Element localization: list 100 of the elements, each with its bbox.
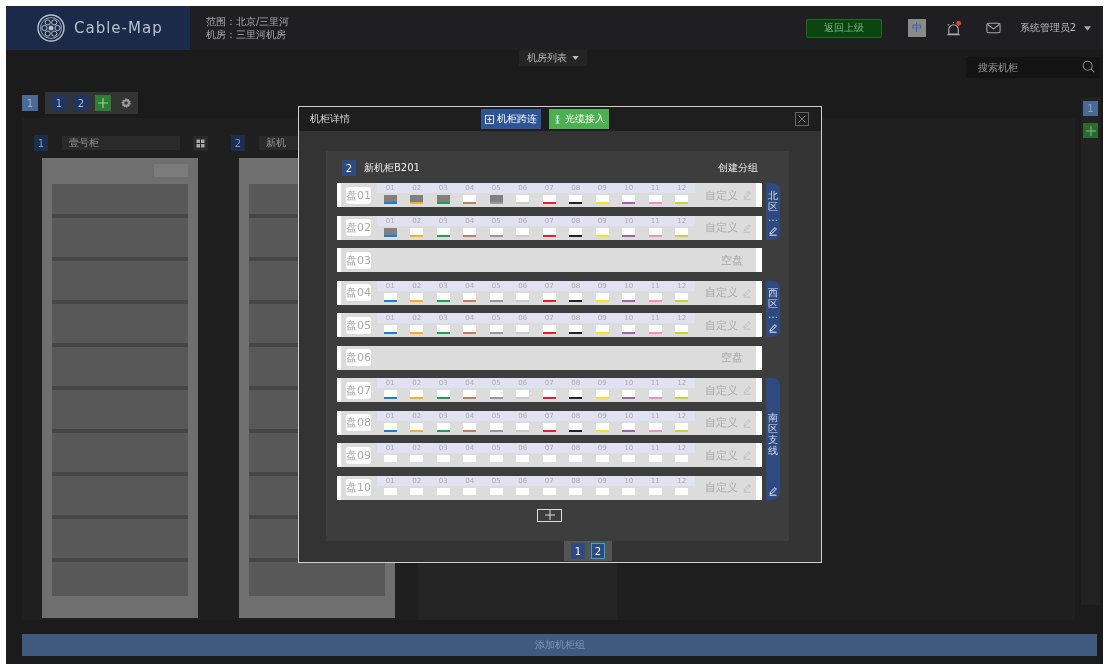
action-button[interactable]: 光缆接入 bbox=[549, 109, 609, 129]
port-slot[interactable] bbox=[569, 487, 583, 495]
port-slot[interactable] bbox=[569, 195, 583, 202]
port-slot[interactable] bbox=[410, 390, 424, 397]
caret-icon[interactable] bbox=[572, 56, 579, 60]
port-slot[interactable] bbox=[463, 325, 477, 332]
port-slot[interactable] bbox=[463, 455, 477, 462]
port-slot[interactable] bbox=[595, 292, 609, 300]
action-button[interactable]: 机柜跨连 bbox=[481, 109, 541, 129]
cabinet-group-tab[interactable]: 1 bbox=[51, 95, 67, 111]
port-slot[interactable] bbox=[516, 325, 530, 332]
port-slot[interactable] bbox=[648, 455, 662, 462]
port-slot[interactable] bbox=[542, 422, 556, 430]
cabinet-group-tab[interactable]: 2 bbox=[73, 95, 89, 111]
room-tab[interactable]: 1 bbox=[22, 95, 38, 111]
user-menu[interactable]: 系统管理员2 bbox=[1019, 21, 1076, 35]
port-slot[interactable] bbox=[383, 227, 397, 235]
port-slot[interactable] bbox=[436, 195, 450, 202]
port-slot[interactable] bbox=[595, 422, 609, 430]
plus-icon[interactable] bbox=[544, 510, 555, 520]
port-slot[interactable] bbox=[622, 195, 636, 202]
caret-icon[interactable] bbox=[1084, 25, 1091, 31]
port-slot[interactable] bbox=[648, 487, 662, 495]
tray-group-tab[interactable]: 北区… bbox=[766, 183, 780, 240]
port-slot[interactable] bbox=[569, 227, 583, 235]
port-slot[interactable] bbox=[675, 292, 689, 300]
search-field[interactable]: 搜索机柜 bbox=[966, 57, 1100, 78]
port-slot[interactable] bbox=[595, 195, 609, 202]
port-slot[interactable] bbox=[463, 292, 477, 300]
mail-icon[interactable] bbox=[985, 22, 1001, 34]
port-slot[interactable] bbox=[463, 195, 477, 202]
port-slot[interactable] bbox=[383, 325, 397, 332]
port-slot[interactable] bbox=[410, 292, 424, 300]
port-slot[interactable] bbox=[622, 227, 636, 235]
port-slot[interactable] bbox=[622, 487, 636, 495]
cabinet-name-field[interactable]: 壹号柜 bbox=[62, 136, 180, 150]
port-slot[interactable] bbox=[542, 195, 556, 202]
port-slot[interactable] bbox=[383, 390, 397, 397]
port-slot[interactable] bbox=[622, 292, 636, 300]
port-slot[interactable] bbox=[410, 422, 424, 430]
port-slot[interactable] bbox=[516, 292, 530, 300]
side-tab[interactable]: 1 bbox=[1083, 101, 1098, 116]
port-slot[interactable] bbox=[516, 487, 530, 495]
back-button[interactable]: 返回上级 bbox=[805, 18, 882, 38]
port-slot[interactable] bbox=[569, 390, 583, 397]
port-slot[interactable] bbox=[489, 195, 503, 202]
port-slot[interactable] bbox=[436, 227, 450, 235]
port-slot[interactable] bbox=[542, 227, 556, 235]
port-slot[interactable] bbox=[542, 325, 556, 332]
page-button[interactable]: 1 bbox=[571, 543, 585, 559]
port-slot[interactable] bbox=[436, 422, 450, 430]
port-slot[interactable] bbox=[648, 292, 662, 300]
port-slot[interactable] bbox=[648, 227, 662, 235]
settings-icon[interactable] bbox=[120, 97, 132, 109]
port-slot[interactable] bbox=[595, 455, 609, 462]
port-slot[interactable] bbox=[383, 422, 397, 430]
port-slot[interactable] bbox=[436, 455, 450, 462]
port-slot[interactable] bbox=[648, 422, 662, 430]
port-slot[interactable] bbox=[489, 227, 503, 235]
port-slot[interactable] bbox=[383, 292, 397, 300]
plus-box-icon[interactable] bbox=[485, 114, 494, 124]
port-slot[interactable] bbox=[410, 227, 424, 235]
port-slot[interactable] bbox=[622, 422, 636, 430]
port-slot[interactable] bbox=[595, 487, 609, 495]
language-button[interactable]: 中 bbox=[907, 19, 926, 37]
port-slot[interactable] bbox=[436, 390, 450, 397]
port-slot[interactable] bbox=[569, 422, 583, 430]
port-slot[interactable] bbox=[410, 487, 424, 495]
port-slot[interactable] bbox=[436, 325, 450, 332]
port-slot[interactable] bbox=[463, 487, 477, 495]
port-slot[interactable] bbox=[489, 292, 503, 300]
port-slot[interactable] bbox=[516, 227, 530, 235]
port-slot[interactable] bbox=[569, 292, 583, 300]
page-button[interactable]: 2 bbox=[591, 543, 605, 559]
port-slot[interactable] bbox=[569, 325, 583, 332]
port-slot[interactable] bbox=[675, 227, 689, 235]
port-slot[interactable] bbox=[648, 195, 662, 202]
port-slot[interactable] bbox=[410, 325, 424, 332]
port-slot[interactable] bbox=[410, 195, 424, 202]
port-slot[interactable] bbox=[489, 455, 503, 462]
port-slot[interactable] bbox=[516, 195, 530, 202]
port-slot[interactable] bbox=[383, 455, 397, 462]
port-slot[interactable] bbox=[675, 487, 689, 495]
port-slot[interactable] bbox=[383, 487, 397, 495]
port-slot[interactable] bbox=[675, 390, 689, 397]
port-slot[interactable] bbox=[595, 227, 609, 235]
alarm-light-icon[interactable] bbox=[944, 19, 962, 37]
port-slot[interactable] bbox=[542, 390, 556, 397]
port-slot[interactable] bbox=[436, 487, 450, 495]
port-slot[interactable] bbox=[622, 455, 636, 462]
port-slot[interactable] bbox=[595, 390, 609, 397]
port-slot[interactable] bbox=[648, 325, 662, 332]
create-group-link[interactable]: 创建分组 bbox=[718, 161, 758, 175]
port-slot[interactable] bbox=[622, 390, 636, 397]
port-slot[interactable] bbox=[675, 422, 689, 430]
port-slot[interactable] bbox=[463, 422, 477, 430]
port-slot[interactable] bbox=[516, 455, 530, 462]
port-slot[interactable] bbox=[648, 390, 662, 397]
port-slot[interactable] bbox=[410, 455, 424, 462]
port-slot[interactable] bbox=[542, 487, 556, 495]
